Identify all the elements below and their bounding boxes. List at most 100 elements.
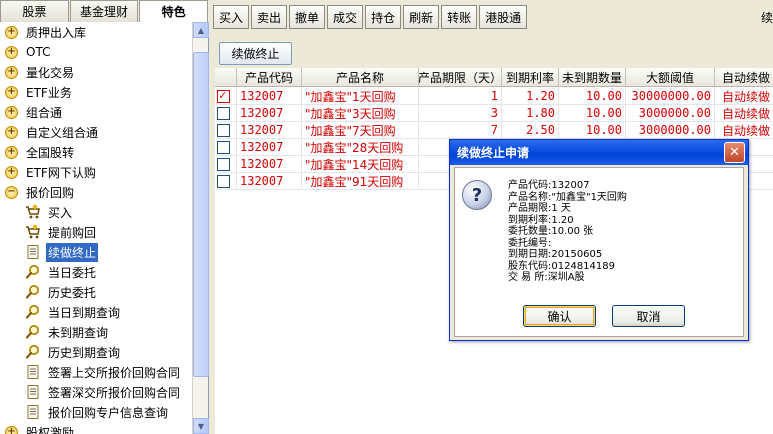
table-cell: 10.00: [559, 88, 626, 105]
expand-icon[interactable]: +: [5, 105, 18, 119]
scroll-down-icon[interactable]: ▼: [193, 418, 209, 434]
cart-return-icon: [25, 224, 41, 240]
row-checkbox-cell: [215, 173, 237, 190]
expand-icon[interactable]: +: [5, 45, 18, 59]
row-checkbox-cell: [215, 105, 237, 122]
row-checkbox-cell: [215, 139, 237, 156]
tab-funds[interactable]: 基金理财: [69, 0, 139, 22]
column-header[interactable]: 未到期数量: [559, 68, 626, 87]
tree-scrollbar[interactable]: ▲ ▼: [192, 22, 209, 434]
row-checkbox[interactable]: [217, 106, 230, 120]
confirm-button[interactable]: 确认: [523, 305, 596, 327]
dialog-buttons: 确认 取消: [523, 305, 693, 327]
scrollbar-thumb[interactable]: [193, 52, 209, 377]
expand-icon[interactable]: +: [5, 145, 18, 159]
expand-icon[interactable]: +: [5, 125, 18, 139]
expand-icon[interactable]: +: [5, 25, 18, 39]
tree-item[interactable]: + OTC: [0, 42, 52, 62]
table-cell: 132007: [237, 122, 302, 139]
table-cell: 3000000.00: [626, 122, 715, 139]
tree-item[interactable]: + ETF业务: [0, 82, 74, 102]
expand-icon[interactable]: +: [5, 165, 18, 179]
tree-item[interactable]: 续做终止: [0, 242, 99, 262]
tree-item[interactable]: 买入: [0, 202, 74, 222]
collapse-icon[interactable]: −: [5, 185, 18, 199]
tree-item-label: 买入: [48, 205, 73, 220]
refresh-button[interactable]: 刷新: [403, 5, 440, 29]
row-checkbox[interactable]: [217, 174, 230, 188]
tab-featured[interactable]: 特色: [139, 0, 209, 22]
table-cell: 132007: [237, 88, 302, 105]
tree-item[interactable]: 未到期查询: [0, 322, 110, 342]
column-header[interactable]: 产品代码: [237, 68, 302, 87]
dialog-info: 产品代码:132007 产品名称:"加鑫宝"1天回购 产品期限:1 天到期利率:1.…: [508, 180, 627, 284]
tab-stocks[interactable]: 股票: [0, 0, 69, 22]
dialog-info-line: 产品名称:"加鑫宝"1天回购: [508, 191, 627, 203]
table-cell: 132007: [237, 139, 302, 156]
tree-item-label: 签署上交所报价回购合同: [48, 365, 181, 380]
row-checkbox-cell: [215, 122, 237, 139]
tree-item[interactable]: 当日委托: [0, 262, 98, 282]
tree-item[interactable]: 报价回购专户信息查询: [0, 402, 170, 422]
tree-item[interactable]: + 自定义组合通: [0, 122, 100, 142]
tree-item-label: 历史委托: [48, 285, 97, 300]
tree-item[interactable]: 历史委托: [0, 282, 98, 302]
column-header[interactable]: 到期利率: [502, 68, 559, 87]
tree-item[interactable]: + 质押出入库: [0, 22, 88, 42]
table-cell: 7: [419, 122, 502, 139]
dialog-title-bar[interactable]: 续做终止申请 ✕: [450, 140, 748, 165]
table-cell: 自动续做: [715, 105, 773, 122]
column-header[interactable]: 自动续做: [715, 68, 773, 87]
extend-terminate-dialog: 续做终止申请 ✕ ? 产品代码:132007 产品名称:"加鑫宝"1天回购 产品期限…: [449, 139, 749, 341]
column-header[interactable]: 大额阈值: [626, 68, 715, 87]
scroll-up-icon[interactable]: ▲: [193, 22, 209, 38]
positions-button[interactable]: 持仓: [365, 5, 402, 29]
deals-button[interactable]: 成交: [327, 5, 364, 29]
tree-item[interactable]: + 股权激励: [0, 422, 76, 434]
hk-connect-button[interactable]: 港股通: [479, 5, 528, 29]
expand-icon[interactable]: +: [5, 65, 18, 79]
column-header[interactable]: 产品期限（天）: [419, 68, 502, 87]
dialog-info-line: 产品代码:132007: [508, 180, 590, 191]
row-checkbox[interactable]: [217, 123, 230, 137]
cancel-button[interactable]: 取消: [612, 305, 685, 327]
tree-item-label: 签署深交所报价回购合同: [48, 385, 181, 400]
tree-item-label: ETF网下认购: [26, 165, 96, 180]
close-icon[interactable]: ✕: [724, 142, 745, 163]
tree-item[interactable]: 提前购回: [0, 222, 98, 242]
tree-item[interactable]: + 全国股转: [0, 142, 76, 162]
table-cell: "加鑫宝"91天回购: [302, 173, 419, 190]
table-cell: "加鑫宝"14天回购: [302, 156, 419, 173]
tree-item-label: 未到期查询: [48, 325, 109, 340]
column-header[interactable]: 产品名称: [302, 68, 419, 87]
tree-item-label: 当日到期查询: [48, 305, 121, 320]
column-header[interactable]: [215, 68, 237, 87]
dialog-info-line: 委托数量:10.00 张: [508, 226, 594, 237]
table-cell: 132007: [237, 105, 302, 122]
extend-terminate-button[interactable]: 续做终止: [219, 42, 292, 65]
row-checkbox[interactable]: [217, 88, 230, 103]
expand-icon[interactable]: +: [5, 85, 18, 99]
tree-item[interactable]: 当日到期查询: [0, 302, 122, 322]
table-row[interactable]: 132007"加鑫宝"7天回购72.5010.003000000.00自动续做初: [215, 122, 773, 139]
table-row[interactable]: 132007"加鑫宝"1天回购11.2010.0030000000.00自动续做…: [215, 88, 773, 105]
row-checkbox[interactable]: [217, 140, 230, 154]
row-checkbox[interactable]: [217, 157, 230, 171]
tree-item[interactable]: 历史到期查询: [0, 342, 122, 362]
table-cell: 1: [419, 88, 502, 105]
tree-item[interactable]: − 报价回购: [0, 182, 76, 202]
tree-item[interactable]: + ETF网下认购: [0, 162, 98, 182]
left-panel: 股票 基金理财 特色 + 质押出入库 + OTC + 量化交易 + ETF业务 + 组合通 + 自定义…: [0, 0, 209, 434]
table-row[interactable]: 132007"加鑫宝"3天回购31.8010.003000000.00自动续做初: [215, 105, 773, 122]
tree-item[interactable]: 签署深交所报价回购合同: [0, 382, 182, 402]
transfer-button[interactable]: 转账: [441, 5, 478, 29]
magnifier-icon: [25, 344, 41, 360]
expand-icon[interactable]: +: [5, 425, 18, 434]
tree-item[interactable]: + 量化交易: [0, 62, 76, 82]
sell-button[interactable]: 卖出: [251, 5, 288, 29]
tree-item[interactable]: + 组合通: [0, 102, 64, 122]
tree-item[interactable]: 签署上交所报价回购合同: [0, 362, 182, 382]
table-cell: "加鑫宝"28天回购: [302, 139, 419, 156]
cancel-order-button[interactable]: 撤单: [289, 5, 326, 29]
buy-button[interactable]: 买入: [213, 5, 250, 29]
